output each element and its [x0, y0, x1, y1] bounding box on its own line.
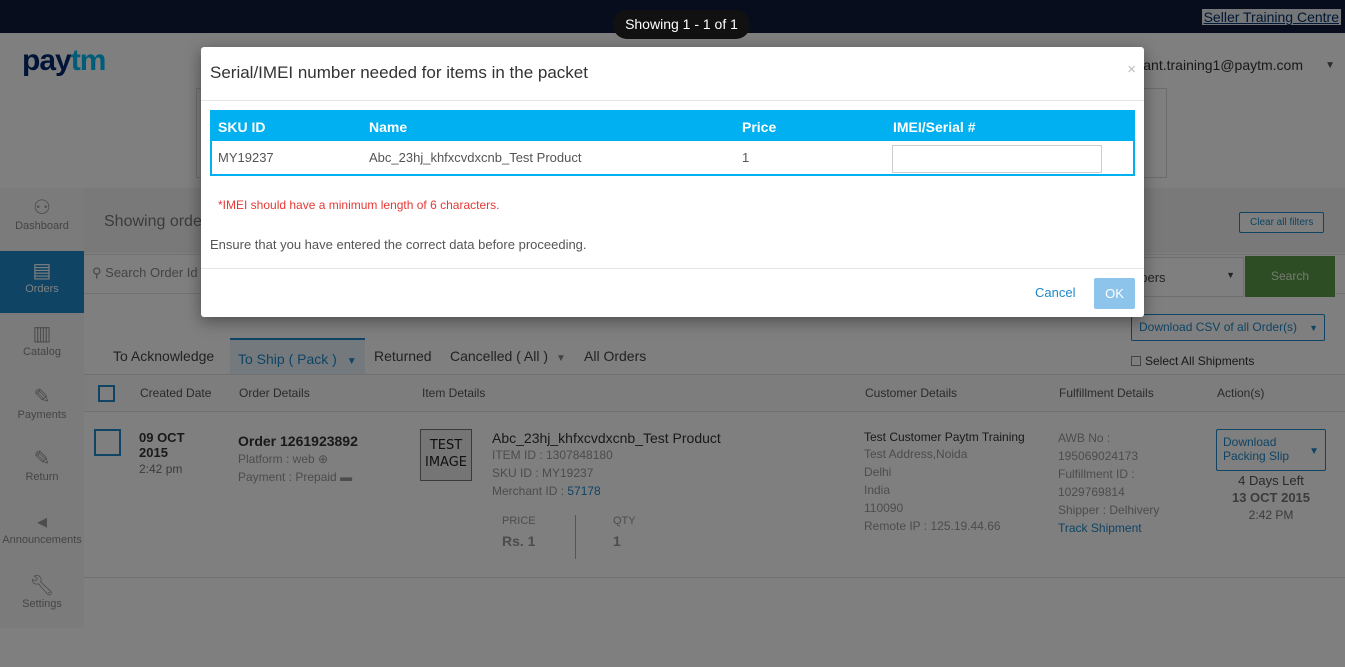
imei-error-message: *IMEI should have a minimum length of 6 …	[218, 198, 500, 212]
modal-title: Serial/IMEI number needed for items in t…	[210, 63, 588, 82]
ensure-data-note: Ensure that you have entered the correct…	[210, 237, 587, 252]
close-icon[interactable]: ×	[1127, 61, 1136, 78]
cancel-button[interactable]: Cancel	[1035, 285, 1075, 300]
name-cell: Abc_23hj_khfxcvdxcnb_Test Product	[369, 150, 582, 165]
imei-modal: Serial/IMEI number needed for items in t…	[201, 47, 1144, 317]
imei-serial-input[interactable]	[892, 145, 1102, 173]
showing-count-toast: Showing 1 - 1 of 1	[613, 10, 750, 39]
column-sku-id: SKU ID	[218, 119, 266, 135]
sku-cell: MY19237	[218, 150, 274, 165]
modal-divider	[201, 100, 1144, 101]
table-row: MY19237 Abc_23hj_khfxcvdxcnb_Test Produc…	[212, 141, 1133, 174]
ok-button[interactable]: OK	[1094, 278, 1135, 309]
column-name: Name	[369, 119, 408, 135]
imei-table: SKU ID Name Price IMEI/Serial # MY19237 …	[210, 110, 1135, 176]
column-price: Price	[742, 119, 777, 135]
column-imei-serial: IMEI/Serial #	[893, 119, 976, 135]
modal-divider	[201, 268, 1144, 269]
price-cell: 1	[742, 150, 750, 165]
imei-table-header: SKU ID Name Price IMEI/Serial #	[212, 112, 1133, 141]
